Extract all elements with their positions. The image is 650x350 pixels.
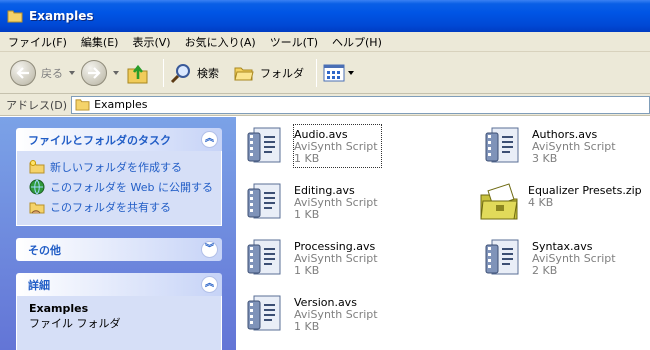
search-label: 検索 <box>197 66 219 80</box>
search-button[interactable]: 検索 <box>170 62 219 84</box>
file-text: Version.avs AviSynth Script 1 KB <box>294 293 378 335</box>
folder-icon <box>75 99 90 111</box>
file-item[interactable]: Processing.avs AviSynth Script 1 KB <box>244 237 378 279</box>
task-pane: ファイルとフォルダのタスク ︽ 新しいフォルダを作成する このフォルダを Web… <box>0 117 236 350</box>
toolbar-separator <box>163 58 164 87</box>
folders-icon <box>234 67 254 80</box>
views-icon <box>323 64 345 81</box>
task-label: 新しいフォルダを作成する <box>50 161 182 174</box>
views-button[interactable] <box>323 63 354 83</box>
chevron-up-icon[interactable]: ︽ <box>201 131 218 148</box>
file-text: Processing.avs AviSynth Script 1 KB <box>294 237 378 279</box>
details-header[interactable]: 詳細 ︽ <box>16 273 222 296</box>
menu-bar: ファイル(F) 編集(E) 表示(V) お気に入り(A) ツール(T) ヘルプ(… <box>0 32 650 52</box>
address-bar: アドレス(D) Examples <box>0 94 650 116</box>
file-size: 4 KB <box>528 196 554 209</box>
file-size: 1 KB <box>294 152 320 165</box>
avs-script-icon <box>247 295 281 331</box>
views-dropdown-icon[interactable] <box>348 70 354 75</box>
file-item[interactable]: Audio.avs AviSynth Script 1 KB <box>244 124 382 168</box>
detail-folder-name: Examples <box>29 302 89 315</box>
search-icon <box>170 63 190 83</box>
up-folder-icon <box>127 64 148 83</box>
other-places-panel: その他 ︾ <box>16 238 222 261</box>
up-folder-button[interactable] <box>125 60 151 86</box>
menu-file[interactable]: ファイル(F) <box>8 34 67 50</box>
task-label: このフォルダを Web に公開する <box>50 181 213 194</box>
file-text: Equalizer Presets.zip 4 KB <box>528 181 642 223</box>
file-item[interactable]: Equalizer Presets.zip 4 KB <box>478 181 642 223</box>
panel-title: その他 <box>28 243 61 257</box>
zip-folder-icon <box>480 183 518 220</box>
file-item[interactable]: Editing.avs AviSynth Script 1 KB <box>244 181 378 223</box>
file-size: 1 KB <box>294 264 320 277</box>
file-text: Audio.avs AviSynth Script 1 KB <box>293 124 382 168</box>
task-label: このフォルダを共有する <box>50 201 171 214</box>
avs-script-icon <box>485 239 519 275</box>
file-size: 2 KB <box>532 264 558 277</box>
menu-edit[interactable]: 編集(E) <box>81 34 119 50</box>
file-folder-tasks-header[interactable]: ファイルとフォルダのタスク ︽ <box>16 128 222 151</box>
avs-script-icon <box>247 127 281 163</box>
publish-web-link[interactable]: このフォルダを Web に公開する <box>29 177 213 197</box>
chevron-up-icon[interactable]: ︽ <box>201 276 218 293</box>
title-bar[interactable]: Examples <box>0 0 650 32</box>
file-folder-tasks-panel: ファイルとフォルダのタスク ︽ 新しいフォルダを作成する このフォルダを Web… <box>16 128 222 226</box>
new-folder-link[interactable]: 新しいフォルダを作成する <box>29 157 213 177</box>
avs-script-icon <box>247 239 281 275</box>
new-folder-icon <box>29 160 45 174</box>
back-dropdown-icon[interactable] <box>69 70 75 75</box>
detail-folder-type: ファイル フォルダ <box>29 317 121 330</box>
address-field[interactable]: Examples <box>71 95 650 114</box>
toolbar-separator <box>316 58 317 87</box>
details-body: Examples ファイル フォルダ <box>16 296 222 350</box>
back-arrow-icon <box>10 59 36 86</box>
panel-title: 詳細 <box>28 278 50 292</box>
forward-dropdown-icon[interactable] <box>113 70 119 75</box>
avs-script-icon <box>247 183 281 219</box>
other-places-header[interactable]: その他 ︾ <box>16 238 222 261</box>
forward-arrow-icon <box>81 59 107 86</box>
file-size: 3 KB <box>532 152 558 165</box>
avs-script-icon <box>485 127 519 163</box>
chevron-down-icon[interactable]: ︾ <box>201 241 218 258</box>
details-panel: 詳細 ︽ Examples ファイル フォルダ <box>16 273 222 350</box>
address-label: アドレス(D) <box>6 98 68 112</box>
file-text: Syntax.avs AviSynth Script 2 KB <box>532 237 616 279</box>
share-folder-icon <box>29 202 45 214</box>
folders-label: フォルダ <box>260 66 304 80</box>
menu-view[interactable]: 表示(V) <box>132 34 170 50</box>
toolbar: 戻る 検索 フォルダ <box>0 52 650 94</box>
file-text: Editing.avs AviSynth Script 1 KB <box>294 181 378 223</box>
panel-title: ファイルとフォルダのタスク <box>28 133 171 147</box>
menu-tools[interactable]: ツール(T) <box>270 34 318 50</box>
folders-button[interactable]: フォルダ <box>233 63 304 83</box>
menu-help[interactable]: ヘルプ(H) <box>332 34 382 50</box>
back-button[interactable]: 戻る <box>10 59 75 86</box>
file-view[interactable]: Audio.avs AviSynth Script 1 KB Authors.a… <box>236 117 650 350</box>
file-text: Authors.avs AviSynth Script 3 KB <box>532 125 616 167</box>
folder-icon <box>7 10 23 23</box>
file-folder-tasks-body: 新しいフォルダを作成する このフォルダを Web に公開する このフォルダを共有… <box>16 151 222 226</box>
file-item[interactable]: Authors.avs AviSynth Script 3 KB <box>482 125 616 167</box>
forward-button[interactable] <box>81 59 119 86</box>
window-title: Examples <box>29 9 94 23</box>
file-size: 1 KB <box>294 208 320 221</box>
address-value: Examples <box>94 98 148 111</box>
menu-favorites[interactable]: お気に入り(A) <box>185 34 256 50</box>
share-folder-link[interactable]: このフォルダを共有する <box>29 197 213 217</box>
back-label: 戻る <box>41 66 63 80</box>
file-item[interactable]: Version.avs AviSynth Script 1 KB <box>244 293 378 335</box>
file-item[interactable]: Syntax.avs AviSynth Script 2 KB <box>482 237 616 279</box>
file-size: 1 KB <box>294 320 320 333</box>
globe-icon <box>29 179 45 195</box>
